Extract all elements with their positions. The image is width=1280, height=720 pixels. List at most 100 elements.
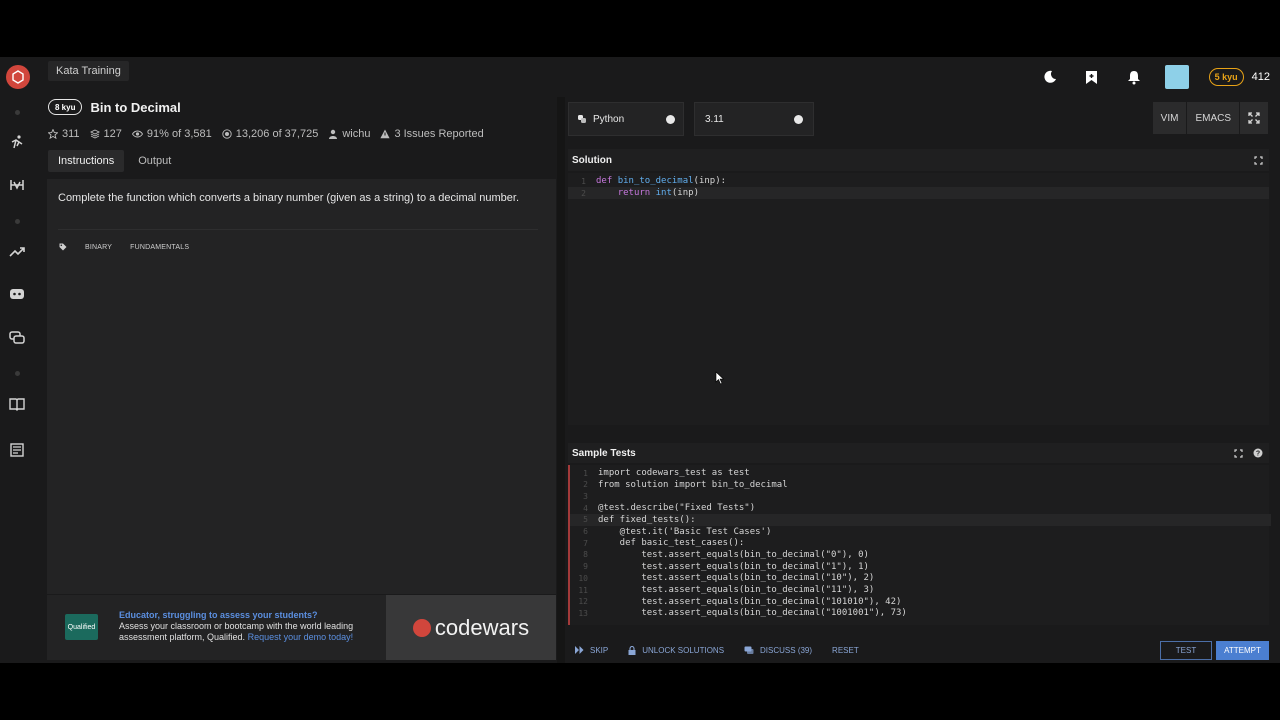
issues-stat[interactable]: 3 Issues Reported: [380, 128, 484, 140]
kata-title: Bin to Decimal: [90, 99, 181, 115]
user-rank-badge[interactable]: 5 kyu: [1208, 68, 1244, 86]
breadcrumb[interactable]: Kata Training: [48, 61, 129, 81]
code-line: 13 test.assert_equals(bin_to_decimal("10…: [578, 608, 907, 619]
lock-icon: [628, 645, 636, 655]
codewars-logo-icon[interactable]: [6, 65, 30, 89]
bookmark-icon[interactable]: [1081, 66, 1103, 88]
author-stat[interactable]: wichu: [328, 128, 370, 140]
kata-rank-badge: 8 kyu: [48, 99, 83, 115]
test-button[interactable]: TEST: [1160, 641, 1212, 660]
code-line: 2 from solution import bin_to_decimal: [583, 479, 788, 490]
mouse-pointer-icon: [715, 371, 725, 385]
tag-binary[interactable]: BINARY: [85, 244, 112, 251]
chevron-down-icon: [794, 114, 803, 124]
tag-icon: [59, 243, 67, 251]
code-line: 3: [583, 491, 588, 501]
vim-mode-button[interactable]: VIM: [1152, 102, 1187, 134]
satisfaction-stat: 91% of 3,581: [131, 128, 212, 140]
sponsor-text: Educator, struggling to assess your stud…: [119, 610, 379, 643]
unlock-solutions-button[interactable]: UNLOCK SOLUTIONS: [628, 645, 724, 655]
practice-icon[interactable]: [8, 176, 26, 194]
tag-list: BINARY FUNDAMENTALS: [59, 243, 189, 251]
tab-output[interactable]: Output: [128, 150, 181, 172]
kata-tabs: Instructions Output: [48, 150, 181, 172]
sponsor-banner[interactable]: Qualified Educator, struggling to assess…: [47, 595, 556, 660]
kata-description: Complete the function which converts a b…: [58, 192, 520, 204]
target-icon: [222, 129, 232, 139]
codewars-wordmark: codewars: [434, 614, 530, 640]
fullscreen-button[interactable]: [1240, 102, 1268, 134]
notifications-bell-icon[interactable]: [1123, 66, 1145, 88]
comments-icon: [744, 646, 754, 654]
attempt-button[interactable]: ATTEMPT: [1216, 641, 1269, 660]
chat-icon[interactable]: [8, 329, 26, 347]
pane-splitter[interactable]: [557, 97, 565, 663]
sample-tests-title: Sample Tests: [572, 447, 636, 459]
code-line: 4 @test.describe("Fixed Tests"): [583, 503, 756, 514]
fast-forward-icon: [575, 646, 584, 654]
kata-stats: 311 127 91% of 3,581 13,206 of 37,725 wi…: [48, 128, 484, 140]
discuss-button[interactable]: DISCUSS (39): [744, 646, 812, 655]
code-line: 12 test.assert_equals(bin_to_decimal("10…: [578, 596, 902, 607]
instructions-panel: Complete the function which converts a b…: [47, 179, 556, 594]
code-line: 8 test.assert_equals(bin_to_decimal("0")…: [583, 549, 869, 560]
warning-icon: [380, 129, 391, 139]
training-icon[interactable]: [8, 133, 26, 151]
sponsor-headline: Educator, struggling to assess your stud…: [119, 610, 318, 620]
version-select[interactable]: 3.11: [694, 102, 814, 136]
avatar[interactable]: [1164, 65, 1189, 89]
emacs-mode-button[interactable]: EMACS: [1187, 102, 1239, 134]
completed-stat: 13,206 of 37,725: [222, 128, 318, 140]
honor-score[interactable]: 412: [1252, 71, 1270, 83]
code-line: 7 def basic_test_cases():: [583, 538, 745, 549]
sample-tests-editor[interactable]: 1 import codewars_test as test 2 from solut…: [568, 465, 1271, 625]
expand-icon: [1248, 112, 1260, 124]
code-line: 11 test.assert_equals(bin_to_decimal("11…: [578, 585, 875, 595]
help-icon[interactable]: ?: [1251, 446, 1265, 460]
app-window: Kata Training 5 kyu 412 8 kyu Bin to Dec…: [0, 57, 1280, 663]
tab-instructions[interactable]: Instructions: [48, 150, 125, 172]
solution-editor[interactable]: 1 def bin_to_decimal(inp): 2 return int(…: [568, 173, 1269, 425]
submit-actions: TEST ATTEMPT: [1160, 641, 1269, 660]
eye-icon: [131, 130, 143, 138]
qualified-logo: Qualified: [65, 614, 98, 640]
solution-title: Solution: [572, 154, 612, 166]
codewars-brand: codewars: [386, 595, 556, 660]
sample-tests-header: Sample Tests ?: [568, 443, 1269, 463]
nav-separator-dot: [15, 110, 20, 115]
docs-book-icon[interactable]: [8, 395, 26, 413]
sponsor-demo-link[interactable]: Request your demo today!: [248, 632, 354, 642]
divider: [58, 229, 538, 230]
blog-icon[interactable]: [8, 441, 26, 459]
star-icon: [48, 129, 58, 139]
tag-fundamentals[interactable]: FUNDAMENTALS: [130, 244, 189, 251]
reset-button[interactable]: RESET: [832, 646, 859, 655]
code-line: 6 @test.it('Basic Test Cases'): [583, 526, 772, 537]
nav-separator-dot: [15, 219, 20, 224]
discord-icon[interactable]: [8, 285, 26, 303]
code-line: 10 test.assert_equals(bin_to_decimal("10…: [578, 573, 875, 584]
code-line: 2 return int(inp): [568, 187, 1269, 199]
collections-stat[interactable]: 127: [89, 128, 122, 140]
codewars-logo-icon: [412, 618, 431, 637]
kata-header: 8 kyu Bin to Decimal: [48, 99, 181, 115]
leaderboard-icon[interactable]: [8, 243, 26, 261]
header-actions: 5 kyu 412: [1039, 65, 1270, 89]
svg-text:?: ?: [1256, 451, 1260, 458]
solution-header: Solution: [568, 149, 1269, 171]
stack-icon: [89, 129, 100, 139]
stars-stat[interactable]: 311: [48, 128, 80, 140]
editor-mode-group: VIM EMACS: [1152, 102, 1268, 134]
expand-icon[interactable]: [1231, 446, 1245, 460]
dark-mode-moon-icon[interactable]: [1039, 66, 1061, 88]
skip-button[interactable]: SKIP: [575, 646, 608, 655]
left-nav: [0, 57, 35, 663]
user-icon: [329, 129, 338, 139]
expand-icon[interactable]: [1251, 153, 1265, 167]
code-line: 1 import codewars_test as test: [583, 468, 750, 478]
nav-separator-dot: [15, 371, 20, 376]
language-select[interactable]: Python: [568, 102, 684, 136]
chevron-down-icon: [666, 114, 675, 124]
code-line: 1 def bin_to_decimal(inp):: [581, 176, 727, 186]
code-line: 5 def fixed_tests():: [570, 513, 1271, 526]
